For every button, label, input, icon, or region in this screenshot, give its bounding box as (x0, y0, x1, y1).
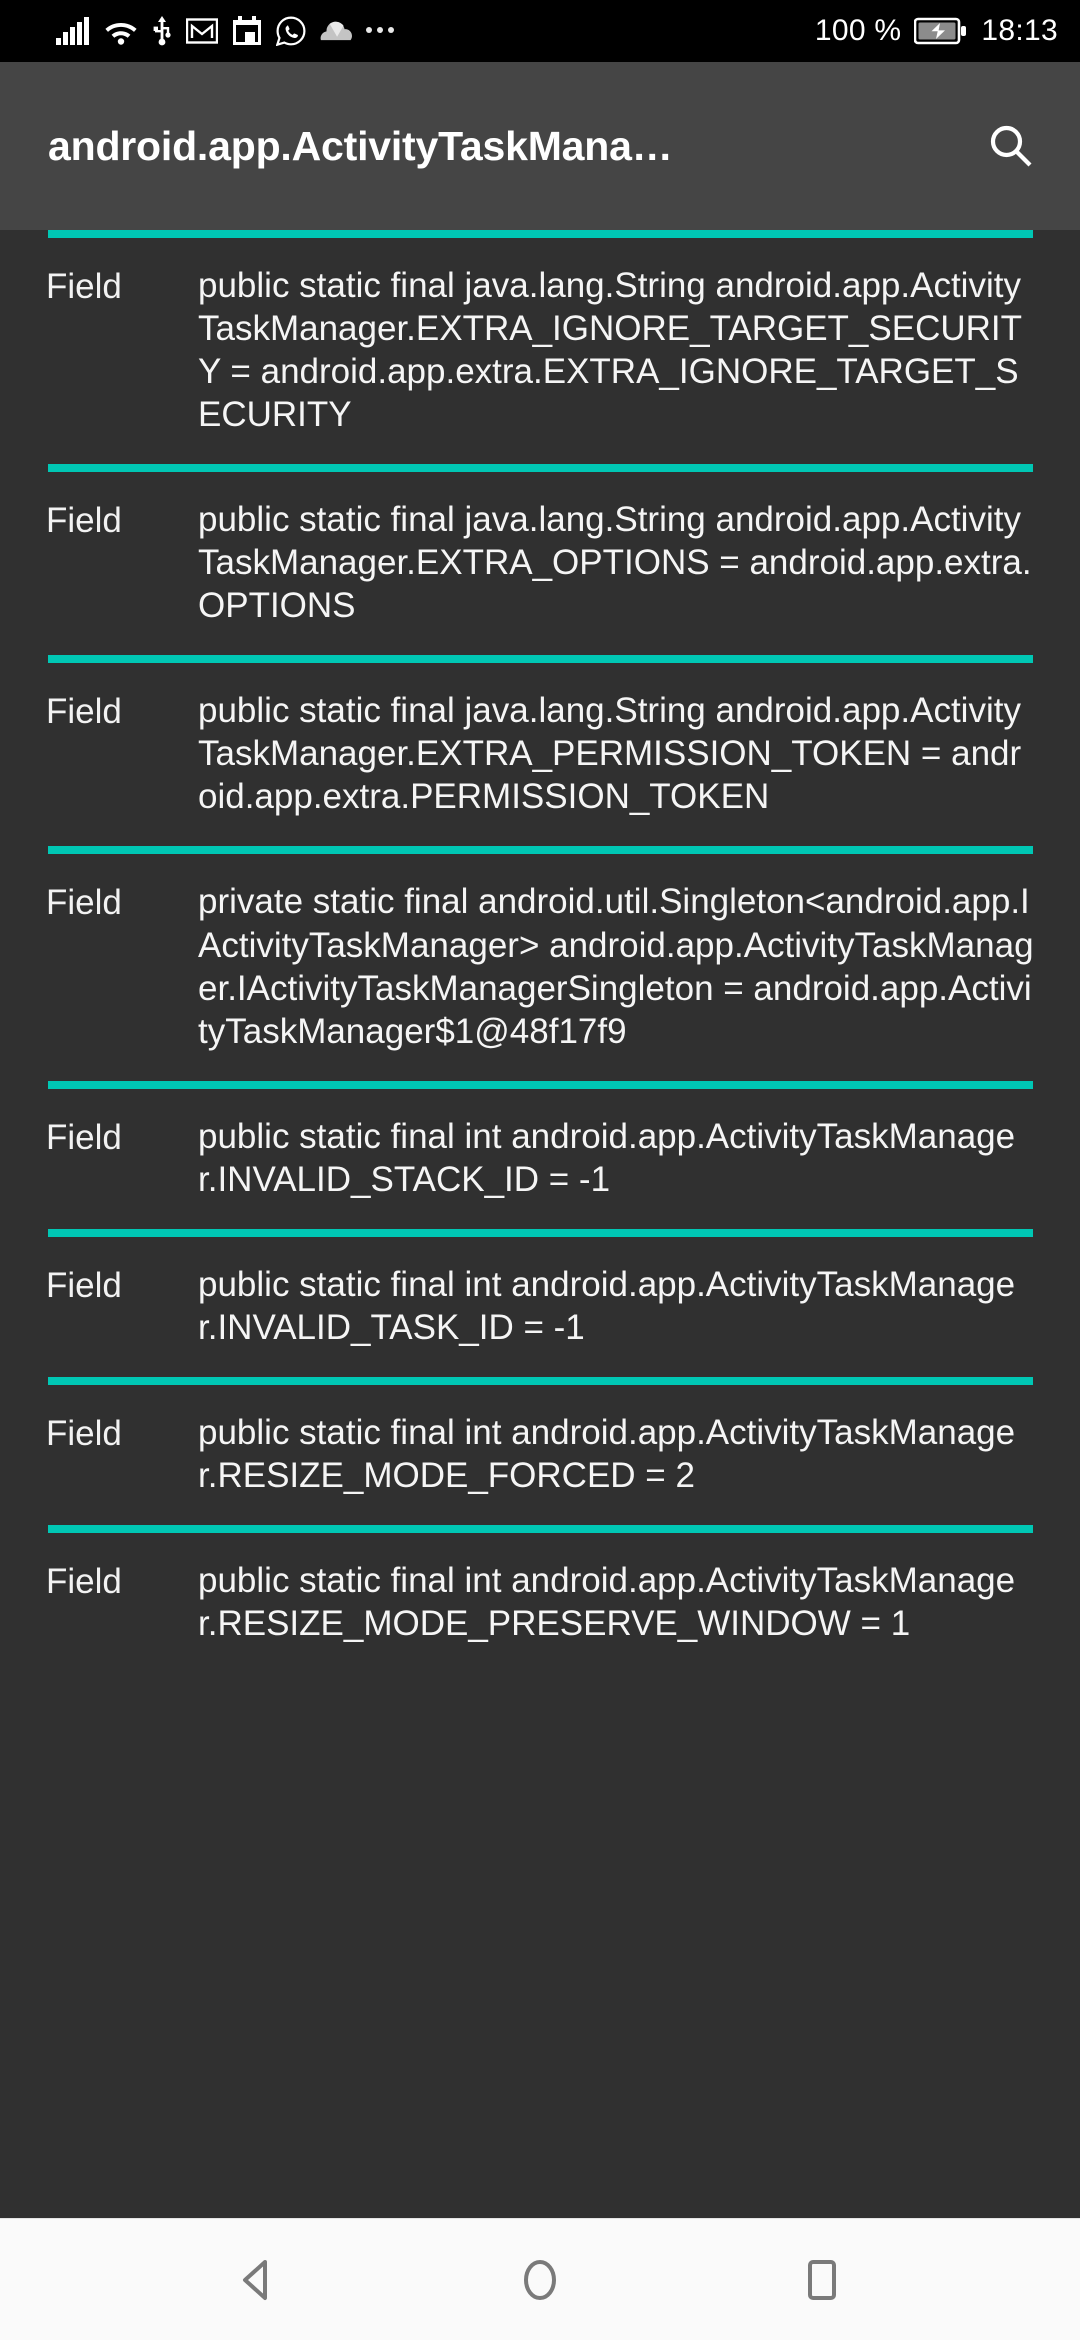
member-kind-label: Field (46, 267, 122, 306)
member-signature-text: private static final android.util.Single… (198, 882, 1034, 1051)
recents-square-icon (808, 2259, 836, 2300)
home-circle-icon (524, 2259, 556, 2300)
nav-home-button[interactable] (497, 2237, 583, 2323)
item-divider (48, 655, 1033, 664)
member-signature-text: public static final int android.app.Acti… (198, 1116, 1016, 1199)
member-kind-label: Field (46, 692, 122, 732)
wifi-icon (105, 23, 137, 45)
list-item-body: Field public static final int android.app… (0, 1385, 1080, 1525)
overflow-dots-icon (366, 27, 394, 35)
nav-back-button[interactable] (215, 2237, 301, 2323)
member-signature-text: public static final int android.app.Acti… (198, 1412, 1016, 1495)
list-item-body: Field public static final java.lang.Strin… (0, 238, 1080, 464)
list-item[interactable]: Field public static final int android.app… (0, 1228, 1080, 1377)
list-item-body: Field public static final java.lang.Strin… (0, 472, 1080, 655)
status-bar-system-status: 100 % 18:13 (815, 16, 1058, 46)
item-divider (48, 1228, 1033, 1237)
member-kind-label: Field (46, 501, 122, 541)
list-item[interactable]: Field public static final java.lang.Strin… (0, 230, 1080, 464)
calendar-icon (233, 16, 261, 45)
signal-bars-icon (56, 17, 89, 45)
usb-icon (153, 16, 171, 46)
battery-charging-icon (914, 17, 967, 45)
search-button[interactable] (980, 115, 1042, 177)
system-navigation-bar (0, 2218, 1080, 2340)
status-bar: 100 % 18:13 (0, 0, 1080, 62)
item-divider (48, 230, 1033, 238)
member-signature-text: public static final java.lang.String and… (198, 691, 1022, 817)
item-divider (48, 1080, 1033, 1089)
member-kind-label: Field (46, 1561, 122, 1601)
status-bar-notification-icons (56, 16, 394, 46)
cloud-icon (320, 21, 352, 41)
clock-label: 18:13 (981, 14, 1058, 47)
member-signature-text: public static final java.lang.String and… (198, 500, 1032, 626)
list-item[interactable]: Field public static final java.lang.Strin… (0, 655, 1080, 846)
list-item[interactable]: Field public static final int android.app… (0, 1376, 1080, 1525)
member-signature-text: public static final java.lang.String and… (198, 266, 1023, 435)
whatsapp-icon (276, 16, 306, 46)
nav-recents-button[interactable] (779, 2237, 865, 2323)
list-item[interactable]: Field public static final int android.app… (0, 1524, 1080, 1673)
list-item[interactable]: Field public static final int android.app… (0, 1080, 1080, 1229)
members-list[interactable]: Field public static final java.lang.Strin… (0, 230, 1080, 2218)
list-item-body: Field public static final java.lang.Strin… (0, 663, 1080, 846)
member-signature-text: public static final int android.app.Acti… (198, 1560, 1016, 1643)
member-kind-label: Field (46, 1265, 122, 1305)
list-item-body: Field public static final int android.app… (0, 1533, 1080, 1673)
member-kind-label: Field (46, 1117, 122, 1157)
member-signature-text: public static final int android.app.Acti… (198, 1264, 1016, 1347)
search-icon (990, 125, 1032, 167)
list-item[interactable]: Field public static final java.lang.Strin… (0, 464, 1080, 655)
list-item[interactable]: Field private static final android.util.S… (0, 846, 1080, 1080)
gmail-icon (186, 18, 218, 44)
item-divider (48, 1376, 1033, 1385)
member-kind-label: Field (46, 1413, 122, 1453)
item-divider (48, 846, 1033, 855)
list-item-body: Field public static final int android.app… (0, 1089, 1080, 1229)
page-title: android.app.ActivityTaskMana… (48, 122, 673, 169)
battery-percent-label: 100 % (814, 14, 902, 47)
back-triangle-icon (243, 2259, 267, 2300)
member-kind-label: Field (46, 883, 122, 923)
list-item-body: Field private static final android.util.S… (0, 854, 1080, 1080)
phone-screen: 100 % 18:13 android.app.ActivityTaskMana… (0, 0, 1080, 2340)
list-item-body: Field public static final int android.app… (0, 1237, 1080, 1377)
item-divider (48, 1524, 1033, 1533)
item-divider (48, 464, 1033, 473)
app-toolbar: android.app.ActivityTaskMana… (0, 62, 1080, 230)
